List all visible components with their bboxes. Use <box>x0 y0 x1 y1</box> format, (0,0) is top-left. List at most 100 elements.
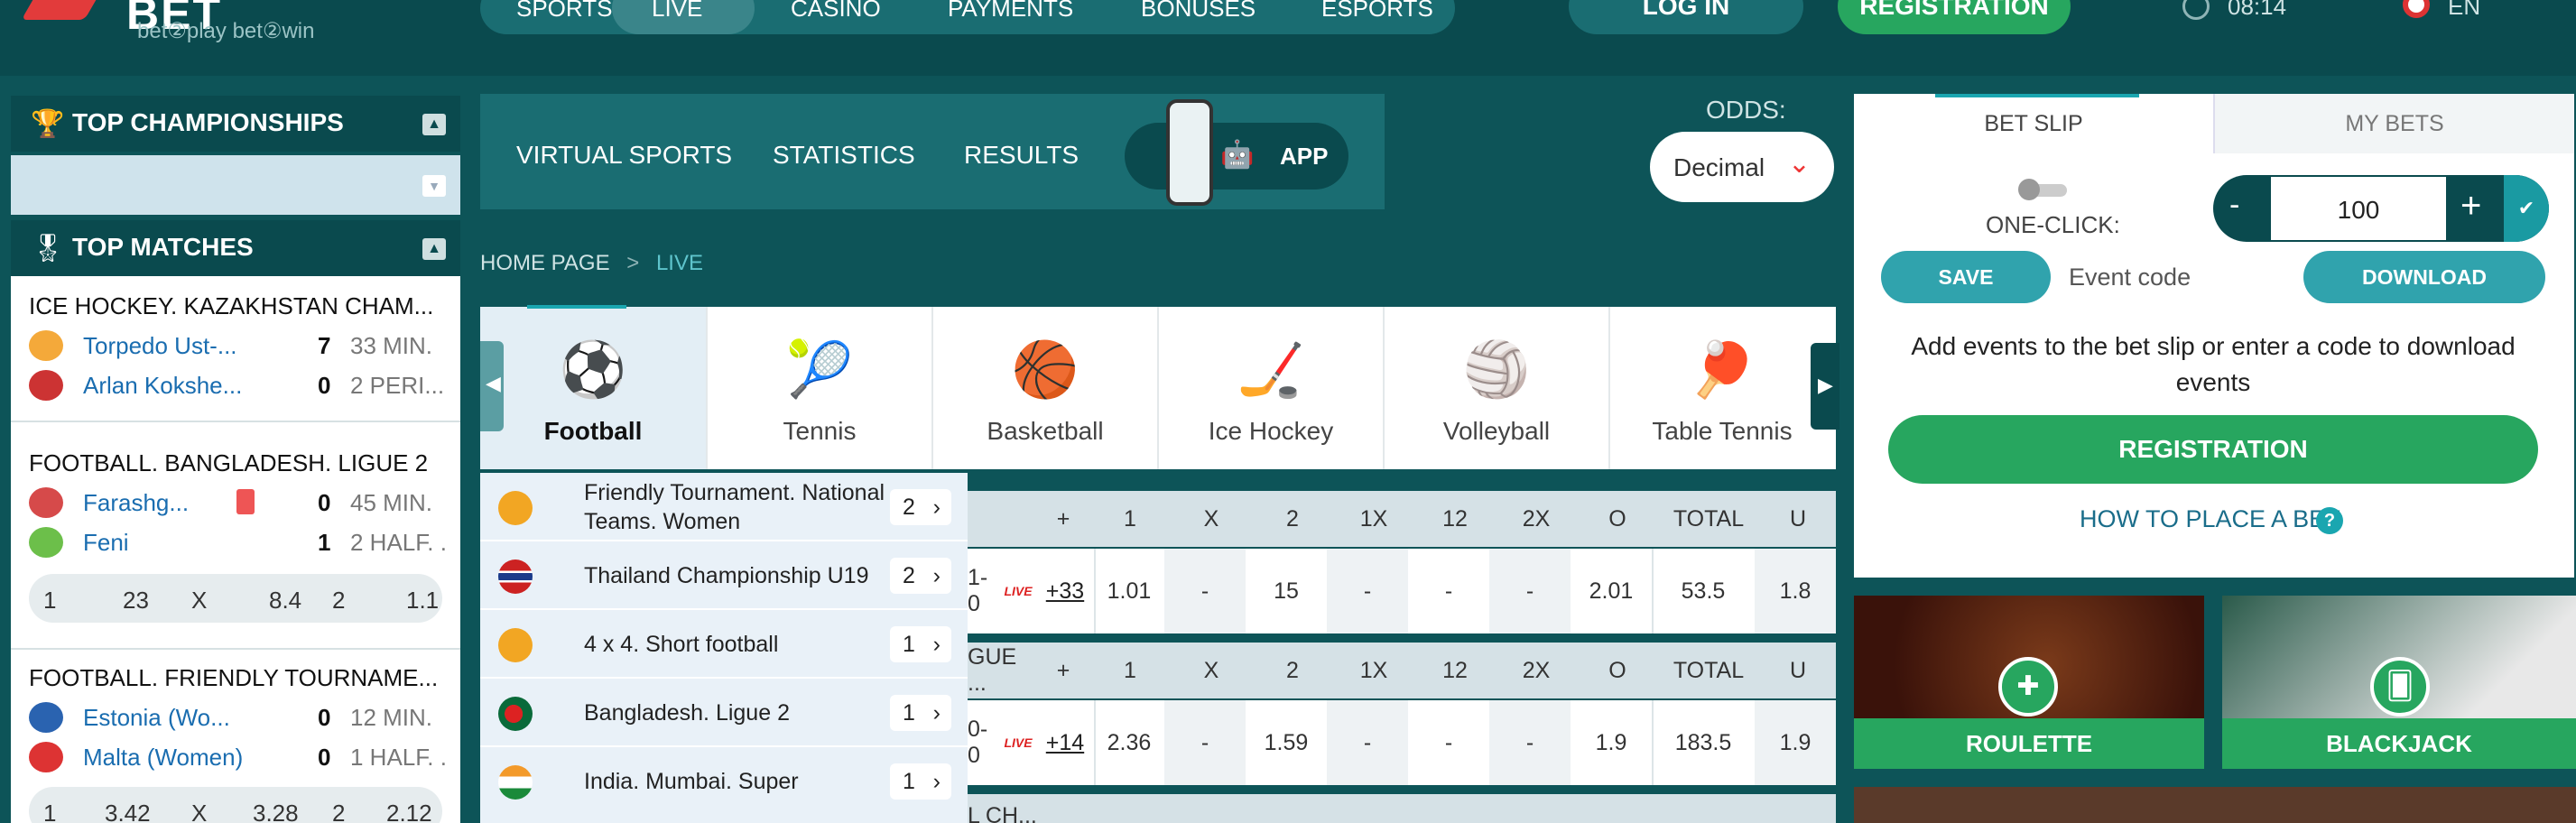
help-icon[interactable]: ? <box>2316 507 2343 534</box>
link-results[interactable]: RESULTS <box>964 141 1079 170</box>
odds-value[interactable]: 2.12 <box>386 800 432 823</box>
link-virtual-sports[interactable]: VIRTUAL SPORTS <box>516 141 732 170</box>
championship-item[interactable]: Bangladesh. Ligue 2 1 › <box>480 679 968 747</box>
odds-cell[interactable]: - <box>1489 700 1571 785</box>
championship-item[interactable]: India. Mumbai. Super 1 › <box>480 747 968 816</box>
link-statistics[interactable]: STATISTICS <box>773 141 915 170</box>
col-12[interactable]: 12 <box>1426 643 1484 698</box>
odds-cell[interactable]: 1.01 <box>1094 549 1164 633</box>
odds-cell[interactable]: 2.01 <box>1571 549 1652 633</box>
save-button[interactable]: SAVE <box>1881 251 2051 303</box>
nav-payments[interactable]: PAYMENTS <box>948 0 1073 23</box>
championship-count[interactable]: 2 › <box>890 558 951 594</box>
team-name[interactable]: Malta (Women) <box>83 744 243 772</box>
odds-cell[interactable]: - <box>1327 700 1408 785</box>
col-x[interactable]: X <box>1182 491 1240 547</box>
download-button[interactable]: DOWNLOAD <box>2303 251 2545 303</box>
scroll-left-button[interactable]: ◀ <box>480 341 504 431</box>
col-total[interactable]: TOTAL <box>1659 491 1758 547</box>
language-select[interactable]: EN <box>2448 0 2480 21</box>
col-total[interactable]: TOTAL <box>1659 643 1758 698</box>
login-button[interactable]: LOG IN <box>1569 0 1803 34</box>
match-title[interactable]: FOOTBALL. BANGLADESH. LIGUE 2 <box>29 449 428 477</box>
championship-count[interactable]: 1 › <box>890 763 951 800</box>
toggle-knob <box>2018 179 2040 200</box>
nav-casino[interactable]: CASINO <box>791 0 881 23</box>
odds-cell[interactable]: 15 <box>1246 549 1327 633</box>
sport-tab-volleyball[interactable]: 🏐 Volleyball <box>1383 307 1608 469</box>
android-icon[interactable]: 🤖 <box>1220 139 1254 171</box>
odds-cell[interactable]: - <box>1489 549 1571 633</box>
odds-bar[interactable]: 1 3.42 X 3.28 2 2.12 <box>29 787 442 823</box>
championship-count[interactable]: 1 › <box>890 626 951 662</box>
odds-bar[interactable]: 1 23 X 8.4 2 1.1 <box>29 574 442 623</box>
championship-count[interactable]: 2 › <box>890 489 951 525</box>
time-display[interactable]: 08:14 <box>2228 0 2286 21</box>
tab-bet-slip[interactable]: BET SLIP <box>1854 94 2213 153</box>
sport-tab-basketball[interactable]: 🏀 Basketball <box>931 307 1157 469</box>
championship-item[interactable]: Thailand Championship U19 2 › <box>480 541 968 610</box>
odds-cell[interactable]: 1.9 <box>1755 700 1836 785</box>
championship-label[interactable]: L CH... <box>968 801 1040 823</box>
sport-tab-table-tennis[interactable]: 🏓 Table Tennis <box>1608 307 1834 469</box>
how-to-place-bet-link[interactable]: HOW TO PLACE A BET <box>2080 505 2340 533</box>
registration-button[interactable]: REGISTRATION <box>1888 415 2538 484</box>
odds-value[interactable]: 1.1 <box>406 587 439 615</box>
championship-label[interactable]: GUE ... <box>968 643 1040 698</box>
team-name[interactable]: Estonia (Wo... <box>83 704 230 732</box>
team-name[interactable]: Arlan Kokshe... <box>83 372 242 400</box>
collapse-icon[interactable]: ▲ <box>422 114 446 135</box>
registration-button-top[interactable]: REGISTRATION <box>1838 0 2071 34</box>
team-name[interactable]: Torpedo Ust-... <box>83 332 237 360</box>
app-label[interactable]: APP <box>1280 143 1328 171</box>
stake-input[interactable]: 100 <box>2271 175 2446 242</box>
event-code-input[interactable]: Event code <box>2069 264 2191 291</box>
odds-cell[interactable]: - <box>1408 700 1489 785</box>
nav-esports[interactable]: ESPORTS <box>1321 0 1433 23</box>
odds-value[interactable]: 3.42 <box>105 800 151 823</box>
odds-cell[interactable]: - <box>1408 549 1489 633</box>
nav-bonuses[interactable]: BONUSES <box>1141 0 1256 23</box>
odds-cell[interactable]: 1.8 <box>1755 549 1836 633</box>
table-row[interactable]: 1-0 LIVE +33 1.01 - 15 - - - 2.01 53.5 1… <box>968 549 1836 633</box>
breadcrumb-home[interactable]: HOME PAGE <box>480 251 610 275</box>
promo-banner-image[interactable] <box>1854 787 2576 823</box>
championship-item[interactable]: Friendly Tournament. National Teams. Wom… <box>480 473 968 541</box>
stake-decrease-button[interactable]: - <box>2229 188 2239 223</box>
col-12[interactable]: 12 <box>1426 491 1484 547</box>
odds-format-select[interactable]: Decimal ⌄ <box>1650 132 1834 202</box>
championship-item[interactable]: 4 x 4. Short football 1 › <box>480 610 968 679</box>
top-matches-header[interactable]: 🎖 TOP MATCHES ▲ <box>11 220 460 276</box>
more-markets-link[interactable]: +33 <box>1042 549 1089 633</box>
blackjack-label[interactable]: BLACKJACK <box>2222 718 2576 769</box>
more-markets-link[interactable]: +14 <box>1042 700 1089 785</box>
collapse-icon[interactable]: ▲ <box>422 238 446 260</box>
odds-cell[interactable]: 2.36 <box>1094 700 1164 785</box>
sport-tab-ice-hockey[interactable]: 🏒 Ice Hockey <box>1157 307 1383 469</box>
nav-sports[interactable]: SPORTS <box>516 0 612 23</box>
team-name[interactable]: Feni <box>83 529 129 557</box>
team-name[interactable]: Farashg... <box>83 489 189 517</box>
odds-cell[interactable]: 1.9 <box>1571 700 1652 785</box>
nav-live[interactable]: LIVE <box>652 0 702 23</box>
odds-value[interactable]: 3.28 <box>253 800 299 823</box>
sport-tab-tennis[interactable]: 🎾 Tennis <box>706 307 931 469</box>
odds-value[interactable]: 23 <box>123 587 149 615</box>
expand-icon[interactable]: ▼ <box>422 175 446 197</box>
match-title[interactable]: FOOTBALL. FRIENDLY TOURNAME... <box>29 664 438 692</box>
odds-cell[interactable]: - <box>1164 549 1246 633</box>
sport-tab-football[interactable]: ⚽ Football <box>480 307 706 469</box>
scroll-right-button[interactable]: ▶ <box>1811 343 1839 430</box>
table-row[interactable]: 0-0 LIVE +14 2.36 - 1.59 - - - 1.9 183.5… <box>968 700 1836 785</box>
odds-cell[interactable]: - <box>1164 700 1246 785</box>
stake-increase-button[interactable]: + <box>2460 186 2481 227</box>
odds-cell[interactable]: - <box>1327 549 1408 633</box>
col-x[interactable]: X <box>1182 643 1240 698</box>
roulette-label[interactable]: ROULETTE <box>1854 718 2204 769</box>
odds-value[interactable]: 8.4 <box>269 587 301 615</box>
championship-count[interactable]: 1 › <box>890 695 951 731</box>
tab-my-bets[interactable]: MY BETS <box>2213 94 2574 153</box>
odds-cell[interactable]: 1.59 <box>1246 700 1327 785</box>
match-title[interactable]: ICE HOCKEY. KAZAKHSTAN CHAM... <box>29 292 433 320</box>
top-championships-header[interactable]: 🏆 TOP CHAMPIONSHIPS ▲ <box>11 96 460 152</box>
